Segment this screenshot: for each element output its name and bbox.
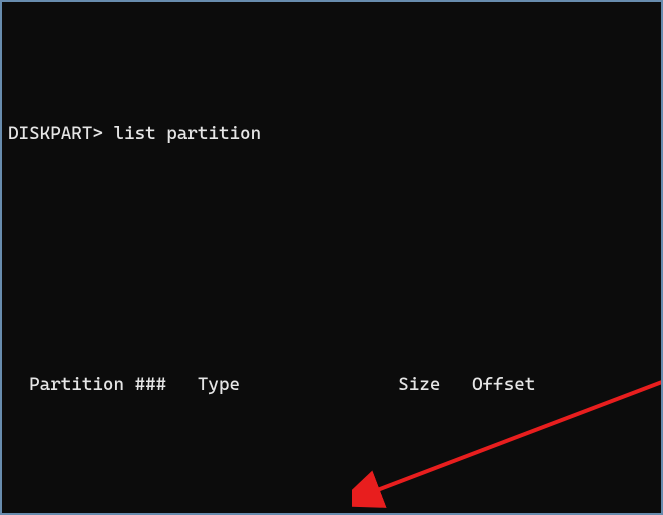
- table-divider: ----------------------------------------…: [8, 510, 653, 515]
- prompt: DISKPART>: [8, 123, 103, 144]
- hdr-size: Size: [324, 371, 440, 399]
- hdr-partition: Partition ###: [29, 371, 198, 399]
- dash-type: ----------------: [198, 510, 325, 515]
- dash-partition: -------------: [29, 510, 198, 515]
- dash-size: -------: [324, 510, 440, 515]
- table-header: Partition ###TypeSizeOffset: [8, 371, 653, 399]
- dash-offset: -------: [440, 510, 535, 515]
- blank-line: [8, 231, 653, 259]
- terminal-window[interactable]: DISKPART> list partition Partition ###Ty…: [0, 0, 663, 515]
- cmd-list: list partition: [113, 123, 261, 144]
- hdr-type: Type: [198, 371, 325, 399]
- cmd-line-list: DISKPART> list partition: [8, 120, 653, 148]
- hdr-offset: Offset: [440, 371, 535, 399]
